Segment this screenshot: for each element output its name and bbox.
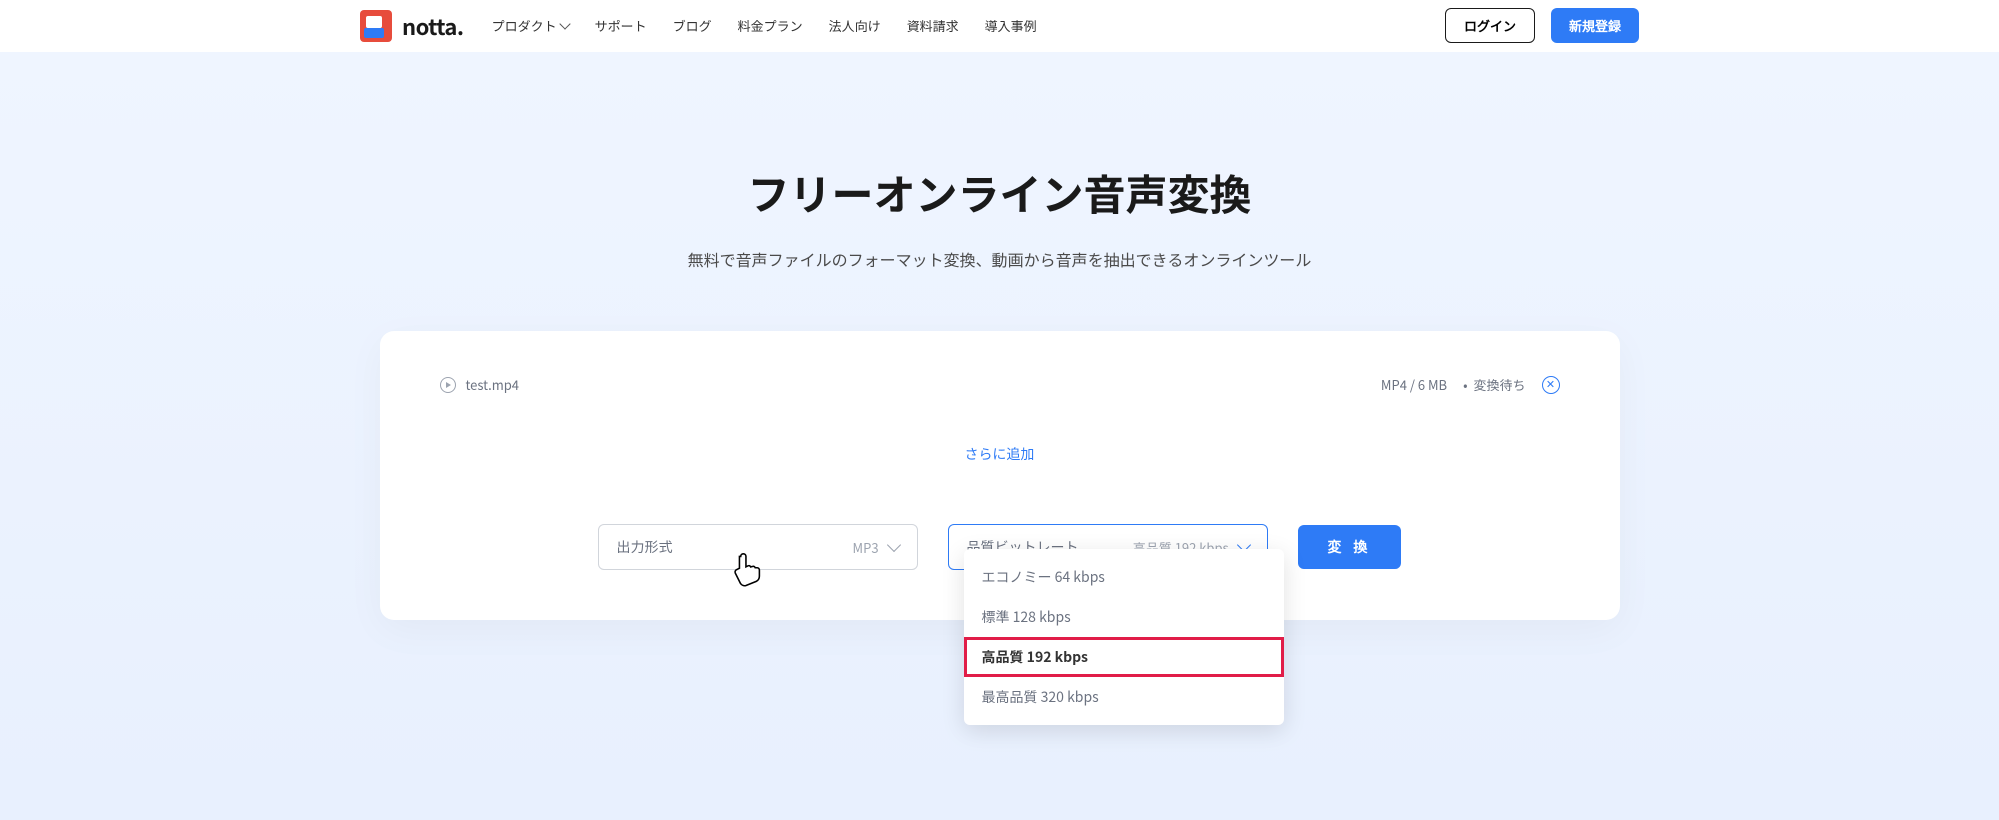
- file-info: test.mp4: [440, 375, 520, 394]
- bitrate-option-best[interactable]: 最高品質 320 kbps: [964, 677, 1284, 717]
- nav-product[interactable]: プロダクト: [492, 16, 569, 35]
- chevron-down-icon: [559, 18, 570, 29]
- logo-icon: [360, 10, 392, 42]
- file-meta: MP4 / 6 MB 変換待ち ✕: [1381, 375, 1560, 394]
- nav-cases[interactable]: 導入事例: [985, 16, 1037, 35]
- nav-support[interactable]: サポート: [595, 16, 647, 35]
- logo-text: notta.: [402, 10, 464, 42]
- file-row: test.mp4 MP4 / 6 MB 変換待ち ✕: [440, 369, 1560, 400]
- add-more-row: さらに追加: [440, 440, 1560, 464]
- bitrate-option-economy[interactable]: エコノミー 64 kbps: [964, 557, 1284, 597]
- nav-business[interactable]: 法人向け: [829, 16, 881, 35]
- convert-button[interactable]: 変 換: [1298, 525, 1402, 569]
- bitrate-option-standard[interactable]: 標準 128 kbps: [964, 597, 1284, 637]
- signup-button[interactable]: 新規登録: [1551, 8, 1639, 43]
- play-icon[interactable]: [440, 377, 456, 393]
- remove-file-button[interactable]: ✕: [1542, 376, 1560, 394]
- header-left: notta. プロダクト サポート ブログ 料金プラン 法人向け 資料請求 導入…: [360, 10, 1037, 42]
- nav: プロダクト サポート ブログ 料金プラン 法人向け 資料請求 導入事例: [492, 16, 1037, 35]
- page-heading: フリーオンライン音声変換: [0, 162, 1999, 223]
- file-name: test.mp4: [466, 375, 520, 394]
- nav-docs[interactable]: 資料請求: [907, 16, 959, 35]
- cursor-hand-icon: [726, 548, 768, 590]
- add-more-link[interactable]: さらに追加: [965, 444, 1035, 464]
- nav-pricing[interactable]: 料金プラン: [738, 16, 803, 35]
- bitrate-option-high[interactable]: 高品質 192 kbps: [964, 637, 1284, 677]
- output-format-label: 出力形式: [617, 537, 673, 557]
- file-size: MP4 / 6 MB: [1381, 375, 1447, 394]
- header: notta. プロダクト サポート ブログ 料金プラン 法人向け 資料請求 導入…: [0, 0, 1999, 52]
- login-button[interactable]: ログイン: [1445, 8, 1535, 43]
- file-status: 変換待ち: [1463, 375, 1525, 394]
- converter-card: test.mp4 MP4 / 6 MB 変換待ち ✕ さらに追加 出力形式 MP…: [380, 331, 1620, 620]
- logo[interactable]: notta.: [360, 10, 464, 42]
- nav-blog[interactable]: ブログ: [673, 16, 712, 35]
- chevron-down-icon: [886, 538, 900, 552]
- page-subheading: 無料で音声ファイルのフォーマット変換、動画から音声を抽出できるオンラインツール: [0, 247, 1999, 271]
- hero: フリーオンライン音声変換 無料で音声ファイルのフォーマット変換、動画から音声を抽…: [0, 52, 1999, 820]
- header-right: ログイン 新規登録: [1445, 8, 1639, 43]
- bitrate-dropdown: エコノミー 64 kbps 標準 128 kbps 高品質 192 kbps 最…: [964, 549, 1284, 725]
- output-format-value: MP3: [853, 538, 879, 557]
- nav-product-label: プロダクト: [492, 16, 557, 35]
